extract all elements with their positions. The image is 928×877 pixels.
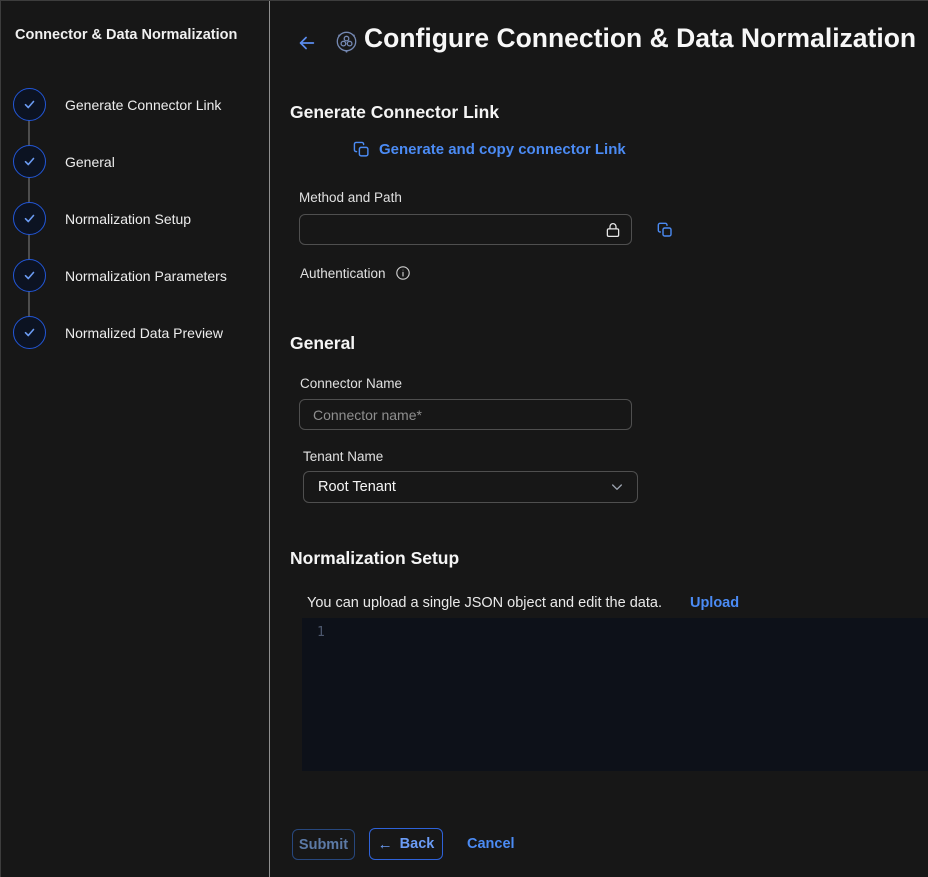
upload-link[interactable]: Upload [690,595,739,611]
upload-hint-text: You can upload a single JSON object and … [307,595,662,611]
section-heading-normalization-setup: Normalization Setup [290,548,459,569]
json-editor[interactable]: 1 [302,618,928,771]
authentication-label: Authentication [300,266,386,281]
stepper-sidebar: Connector & Data Normalization Generate … [1,1,270,877]
step-complete-check-icon [13,259,46,292]
back-button-arrow-icon: ← [378,836,393,853]
step-complete-check-icon [13,88,46,121]
upload-hint-row: You can upload a single JSON object and … [307,595,739,611]
generate-link-label: Generate and copy connector Link [379,141,626,158]
step-label: Normalization Setup [65,211,191,227]
method-and-path-label: Method and Path [299,190,402,205]
tenant-name-label: Tenant Name [303,449,383,464]
sidebar-step-normalization-setup[interactable]: Normalization Setup [13,202,191,235]
sidebar-step-normalized-data-preview[interactable]: Normalized Data Preview [13,316,223,349]
step-label: Generate Connector Link [65,97,221,113]
submit-button[interactable]: Submit [292,829,355,860]
generate-and-copy-link-button[interactable]: Generate and copy connector Link [353,141,626,158]
sidebar-step-normalization-parameters[interactable]: Normalization Parameters [13,259,227,292]
cancel-button[interactable]: Cancel [467,836,515,852]
page-title: Configure Connection & Data Normalizatio… [364,23,916,54]
tenant-name-selected-value: Root Tenant [318,479,396,495]
sidebar-title: Connector & Data Normalization [15,27,237,43]
back-arrow-icon[interactable] [296,32,318,54]
tenant-name-select[interactable]: Root Tenant [303,471,638,503]
section-heading-generate-connector-link: Generate Connector Link [290,102,499,123]
step-label: Normalization Parameters [65,268,227,284]
step-label: General [65,154,115,170]
authentication-row: Authentication [300,265,411,281]
back-button-label: Back [400,836,435,852]
step-complete-check-icon [13,145,46,178]
copy-icon [353,141,370,158]
connector-name-input[interactable] [299,399,632,430]
chevron-down-icon [609,479,625,495]
step-label: Normalized Data Preview [65,325,223,341]
sidebar-step-general[interactable]: General [13,145,115,178]
connector-name-label: Connector Name [300,376,402,391]
connector-hub-icon [333,28,360,55]
editor-line-number: 1 [317,625,325,640]
step-complete-check-icon [13,202,46,235]
method-and-path-input[interactable] [299,214,632,245]
connector-configuration-page: Connector & Data Normalization Generate … [0,0,928,877]
info-icon[interactable] [395,265,411,281]
copy-method-path-icon[interactable] [657,222,673,238]
sidebar-step-generate-connector-link[interactable]: Generate Connector Link [13,88,221,121]
back-button[interactable]: ← Back [369,828,443,860]
step-complete-check-icon [13,316,46,349]
section-heading-general: General [290,333,355,354]
